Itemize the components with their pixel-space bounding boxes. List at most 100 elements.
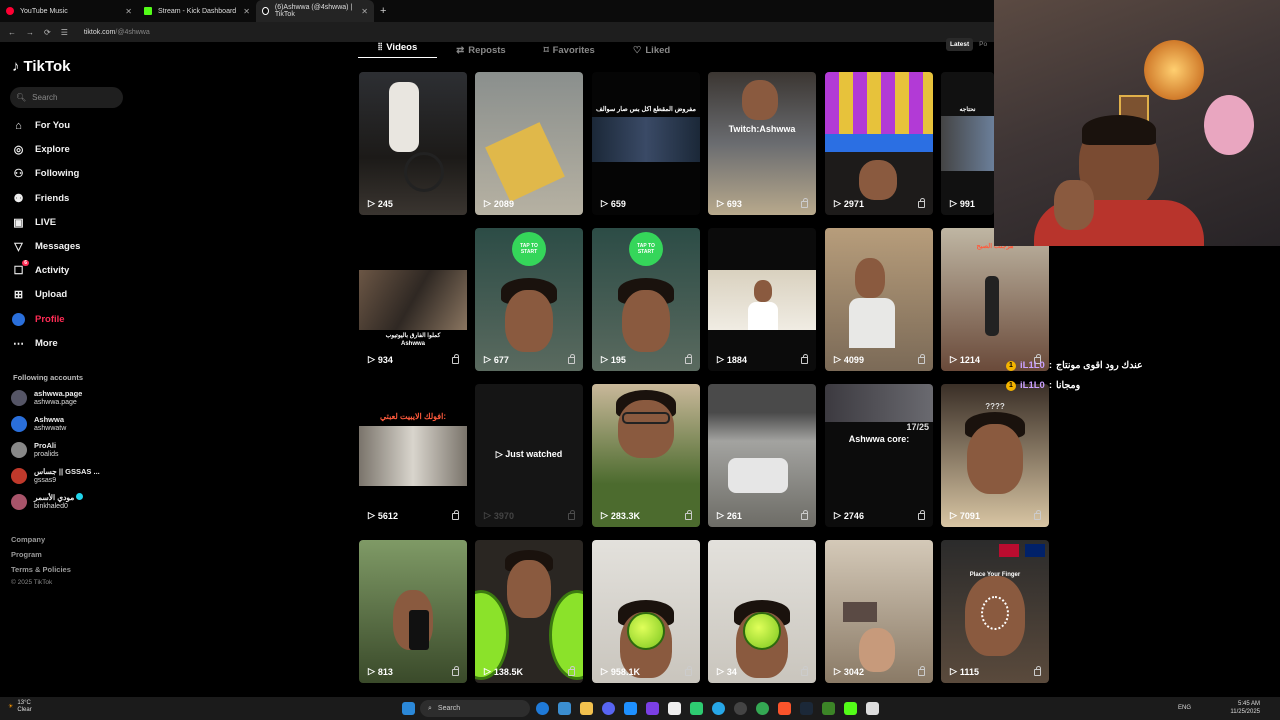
- video-card[interactable]: TAP TO START ▷ 677: [475, 228, 583, 371]
- video-card[interactable]: ▷ 4099: [825, 228, 933, 371]
- thumbnail-face: [859, 628, 895, 672]
- video-caption: Twitch:Ashwwa: [728, 124, 796, 134]
- video-card[interactable]: Twitch:Ashwwa ▷ 693: [708, 72, 816, 215]
- pen-icon[interactable]: [624, 702, 637, 715]
- site-info-icon[interactable]: ☰: [61, 28, 68, 37]
- play-icon: ▷: [495, 449, 506, 459]
- weather-widget[interactable]: ☀ 13°C Clear: [8, 700, 32, 714]
- back-icon[interactable]: ←: [8, 28, 16, 37]
- tab-youtube-music[interactable]: YouTube Music ✕: [0, 0, 138, 22]
- edge-icon[interactable]: [536, 702, 549, 715]
- following-account[interactable]: ProAli proalids: [11, 441, 59, 459]
- chat-badge-icon: 1: [1006, 380, 1016, 391]
- start-icon[interactable]: [402, 702, 415, 715]
- nav-upload[interactable]: ⊞ Upload: [12, 288, 67, 301]
- video-card[interactable]: ▷ 245: [359, 72, 467, 215]
- taskbar-search[interactable]: ⌕ Search: [420, 700, 530, 717]
- nav-live[interactable]: ▣ LIVE: [12, 216, 56, 229]
- video-card[interactable]: 17/25 Ashwwa core: ▷ 2746: [825, 384, 933, 527]
- video-card[interactable]: TAP TO START ▷ 195: [592, 228, 700, 371]
- home-icon: ⌂: [15, 119, 22, 132]
- video-card[interactable]: ▷ 3042: [825, 540, 933, 683]
- file-explorer-icon[interactable]: [580, 702, 593, 715]
- video-card[interactable]: ▷ 261: [708, 384, 816, 527]
- copyright: © 2025 TikTok: [11, 579, 53, 586]
- obs-icon[interactable]: [734, 702, 747, 715]
- video-card[interactable]: هرجلت الصبح ▷ 1214: [941, 228, 1049, 371]
- play-icon: ▷: [950, 666, 957, 676]
- footer-link-terms[interactable]: Terms & Policies: [11, 565, 71, 574]
- following-account[interactable]: جساس || GSSAS ... gssas9: [11, 467, 100, 485]
- url-field[interactable]: tiktok.com/@4shwwa: [84, 29, 150, 36]
- tab-videos[interactable]: ⦙⦙ Videos: [358, 42, 438, 58]
- sort-latest[interactable]: Latest: [946, 38, 974, 51]
- nav-profile[interactable]: Profile: [12, 313, 65, 326]
- video-card[interactable]: ▷ Just watched ▷ 3970: [475, 384, 583, 527]
- discord-icon[interactable]: [602, 702, 615, 715]
- telegram-icon[interactable]: [712, 702, 725, 715]
- video-card[interactable]: ▷ 813: [359, 540, 467, 683]
- video-card[interactable]: ▷ 2089: [475, 72, 583, 215]
- following-account[interactable]: ashwwa.page ashwwa.page: [11, 389, 82, 407]
- nav-activity[interactable]: ☐ 6 Activity: [12, 260, 69, 277]
- brave-icon[interactable]: [778, 702, 791, 715]
- video-card[interactable]: Place Your Finger ▷ 1115: [941, 540, 1049, 683]
- following-account[interactable]: مودي الأسمر binkhaled0: [11, 493, 84, 511]
- view-count: ▷ 958.1K: [601, 666, 640, 677]
- video-card[interactable]: ▷ 1884: [708, 228, 816, 371]
- close-icon[interactable]: ✕: [125, 7, 132, 16]
- app-icon[interactable]: [646, 702, 659, 715]
- lock-icon: [685, 666, 692, 676]
- verified-icon: [76, 493, 84, 500]
- nav-explore[interactable]: ◎ Explore: [12, 143, 70, 156]
- activity-icon: ☐ 6: [13, 260, 29, 277]
- views-text: 1884: [726, 354, 747, 365]
- app-icon[interactable]: [866, 702, 879, 715]
- sort-popular[interactable]: Po: [979, 38, 987, 51]
- tab-kick-dashboard[interactable]: Stream - Kick Dashboard ✕: [138, 0, 256, 22]
- close-icon[interactable]: ✕: [243, 7, 250, 16]
- view-count: ▷ 677: [484, 354, 509, 365]
- tiktok-logo[interactable]: ♪ TikTok: [12, 58, 70, 75]
- video-card[interactable]: ???? ▷ 7091: [941, 384, 1049, 527]
- video-card[interactable]: ▷ 958.1K: [592, 540, 700, 683]
- nav-friends[interactable]: ⚉ Friends: [12, 192, 70, 205]
- video-card[interactable]: ▷ 2971: [825, 72, 933, 215]
- tab-liked[interactable]: ♡ Liked: [614, 45, 689, 56]
- app-icon[interactable]: [690, 702, 703, 715]
- chrome-icon[interactable]: [756, 702, 769, 715]
- views-text: 934: [377, 354, 393, 365]
- tab-reposts[interactable]: ⇄ Reposts: [437, 45, 524, 56]
- video-card[interactable]: كملوا الفارق باليوتيوب Ashwwa ▷ 934: [359, 228, 467, 371]
- following-account[interactable]: Ashwwa ashwwatw: [11, 415, 66, 433]
- video-card[interactable]: ▷ 34: [708, 540, 816, 683]
- video-card[interactable]: نحتاجه ▷ 991: [941, 72, 994, 215]
- minecraft-icon[interactable]: [822, 702, 835, 715]
- tab-tiktok[interactable]: (6)Ashwwa (@4shwwa) | TikTok ✕: [256, 0, 374, 22]
- chat-separator: :: [1048, 380, 1052, 391]
- nav-messages[interactable]: ▽ Messages: [12, 240, 80, 253]
- tab-favorites[interactable]: ⌑ Favorites: [525, 45, 614, 56]
- language-indicator[interactable]: ENG: [1178, 705, 1191, 711]
- nav-more[interactable]: ⋯ More: [12, 337, 58, 350]
- video-card[interactable]: مفروض المقطع اكل بس صار سوالف ▷ 659: [592, 72, 700, 215]
- mail-icon[interactable]: [558, 702, 571, 715]
- search-input[interactable]: 🔍︎ Search: [10, 87, 123, 108]
- app-icon[interactable]: [668, 702, 681, 715]
- footer-link-company[interactable]: Company: [11, 535, 45, 544]
- steam-icon[interactable]: [800, 702, 813, 715]
- video-card[interactable]: افولك الايبيت لعبتي: ▷ 5612: [359, 384, 467, 527]
- nav-following[interactable]: ⚇ Following: [12, 167, 80, 180]
- views-text: 813: [377, 666, 393, 677]
- nav-for-you[interactable]: ⌂ For You: [12, 119, 70, 132]
- new-tab-button[interactable]: +: [380, 5, 386, 17]
- play-icon: ▷: [717, 666, 724, 676]
- forward-icon[interactable]: →: [26, 28, 34, 37]
- clock[interactable]: 5:45 AM 11/25/2025: [1230, 700, 1260, 716]
- reload-icon[interactable]: ⟳: [44, 28, 51, 37]
- footer-link-program[interactable]: Program: [11, 550, 42, 559]
- kick-icon[interactable]: [844, 702, 857, 715]
- video-card[interactable]: ▷ 138.5K: [475, 540, 583, 683]
- video-card[interactable]: ▷ 283.3K: [592, 384, 700, 527]
- close-icon[interactable]: ✕: [361, 7, 368, 16]
